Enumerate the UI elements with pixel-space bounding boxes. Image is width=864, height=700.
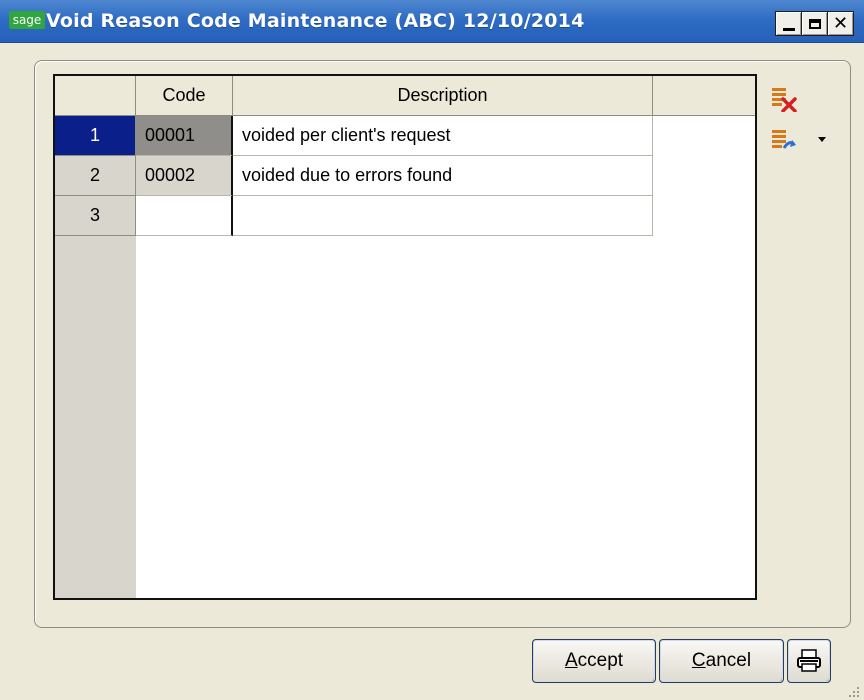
cancel-label: ancel: [705, 650, 752, 671]
row-number[interactable]: 3: [55, 196, 136, 236]
code-cell[interactable]: 00002: [136, 156, 233, 196]
close-icon: ✕: [832, 13, 849, 34]
accept-mnemonic: A: [564, 650, 578, 671]
resize-grip-icon[interactable]: [846, 684, 860, 698]
column-header-code[interactable]: Code: [136, 76, 233, 116]
chevron-down-icon[interactable]: [818, 137, 826, 142]
void-reason-grid[interactable]: Code Description 1 00001 voided per clie…: [53, 74, 757, 600]
delete-lines-icon[interactable]: [771, 86, 797, 112]
column-header-description[interactable]: Description: [233, 76, 653, 116]
printer-icon: [797, 649, 821, 672]
description-cell[interactable]: voided per client's request: [233, 116, 653, 156]
move-lines-icon[interactable]: [771, 128, 797, 154]
description-cell[interactable]: voided due to errors found: [233, 156, 653, 196]
minimize-button[interactable]: [775, 11, 802, 36]
minimize-icon: [782, 27, 795, 31]
sage-logo-icon: sage: [9, 11, 45, 29]
code-cell[interactable]: 00001: [136, 116, 233, 156]
print-button[interactable]: [787, 639, 831, 683]
maintenance-window: sage Void Reason Code Maintenance (ABC) …: [0, 0, 864, 700]
accept-button[interactable]: Accept: [532, 639, 656, 683]
window-title: Void Reason Code Maintenance (ABC) 12/10…: [46, 10, 585, 32]
code-cell[interactable]: [136, 196, 233, 236]
cancel-mnemonic: C: [691, 650, 706, 671]
title-bar[interactable]: sage Void Reason Code Maintenance (ABC) …: [0, 0, 864, 43]
grid-corner-header: [55, 76, 136, 116]
row-number[interactable]: 1: [55, 116, 136, 156]
cancel-button[interactable]: Cancel: [659, 639, 784, 683]
close-button[interactable]: ✕: [827, 11, 854, 36]
description-cell[interactable]: [233, 196, 653, 236]
maximize-button[interactable]: [801, 11, 828, 36]
accept-label: ccept: [577, 650, 624, 671]
maximize-icon: [808, 18, 821, 29]
row-number[interactable]: 2: [55, 156, 136, 196]
column-header-blank: [653, 76, 755, 116]
